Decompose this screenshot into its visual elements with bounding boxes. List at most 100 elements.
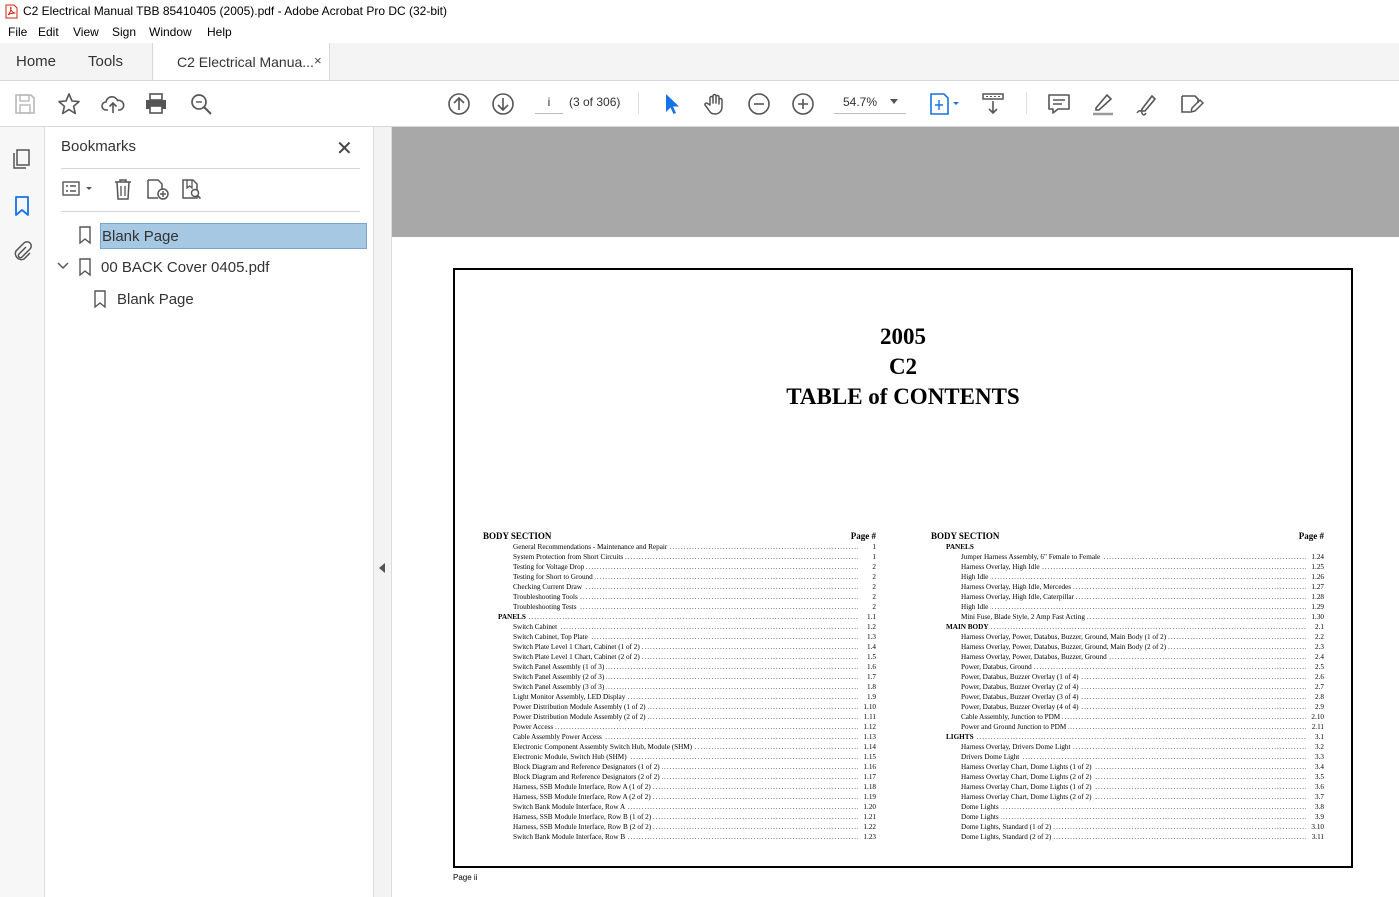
toc-entry-page: 3.9 xyxy=(1313,812,1324,822)
toc-entry-page: 2.10 xyxy=(1309,712,1324,722)
bookmark-item-back-cover[interactable]: 00 BACK Cover 0405.pdf xyxy=(100,255,360,281)
toc-entry: ........................................… xyxy=(483,682,876,692)
tab-home[interactable]: Home xyxy=(16,53,56,70)
toc-entry-page: 2 xyxy=(870,582,876,592)
toc-entry-title: Switch Cabinet xyxy=(513,622,560,632)
toc-entry-page: 1.12 xyxy=(861,722,876,732)
zoom-out-button[interactable] xyxy=(746,91,772,117)
toc-leader-dots: ........................................… xyxy=(946,733,1306,741)
toc-entry-page: 1.11 xyxy=(861,712,876,722)
toc-entry-page: 3.1 xyxy=(1313,732,1324,742)
toc-entry-page: 1.27 xyxy=(1309,582,1324,592)
bookmark-item-blank-page-selected[interactable]: Blank Page xyxy=(100,223,367,249)
toc-entry-title: Dome Lights xyxy=(961,802,1001,812)
fill-sign-button[interactable] xyxy=(1178,91,1205,117)
menu-bar: File Edit View Sign Window Help xyxy=(0,23,1399,43)
toc-entry-page: 1.22 xyxy=(861,822,876,832)
scrolling-mode-button[interactable] xyxy=(980,91,1006,117)
tab-close-icon[interactable]: × xyxy=(314,53,322,68)
toc-entry: ........................................… xyxy=(931,642,1324,652)
page-thumbnails-icon[interactable] xyxy=(10,147,34,171)
zoom-in-button[interactable] xyxy=(790,91,816,117)
printer-icon xyxy=(146,93,166,114)
toc-entry: ........................................… xyxy=(931,592,1324,602)
highlight-button[interactable] xyxy=(1090,91,1116,117)
options-menu-icon[interactable] xyxy=(61,177,97,201)
toc-entry-title: PANELS xyxy=(946,542,976,552)
toc-entry: ........................................… xyxy=(931,742,1324,752)
panel-close-icon[interactable]: ✕ xyxy=(336,136,353,161)
tab-document-label: C2 Electrical Manua... xyxy=(177,54,314,70)
toc-leader-dots: ........................................… xyxy=(946,623,1306,631)
toc-entry: ........................................… xyxy=(483,562,876,572)
toc-entry: ........................................… xyxy=(931,652,1324,662)
plus-circle-icon xyxy=(792,93,814,115)
bookmarks-panel-icon[interactable] xyxy=(10,194,34,218)
save-button[interactable] xyxy=(12,91,38,117)
toc-entry-title: Switch Panel Assembly (1 of 3) xyxy=(513,662,607,672)
toc-entry: ........................................… xyxy=(931,722,1324,732)
menu-window[interactable]: Window xyxy=(149,25,192,39)
chevron-down-icon[interactable] xyxy=(57,261,69,271)
attachment-paperclip-icon[interactable] xyxy=(10,240,34,264)
collapse-panel-arrow-icon[interactable] xyxy=(379,563,385,573)
tab-tools[interactable]: Tools xyxy=(88,53,123,70)
toc-entry-page: 2 xyxy=(870,592,876,602)
menu-edit[interactable]: Edit xyxy=(38,25,59,39)
document-viewer[interactable]: 2005 C2 TABLE of CONTENTS BODY SECTION P… xyxy=(392,127,1399,897)
page-heading-title: TABLE of CONTENTS xyxy=(786,384,1020,409)
toc-entry-title: PANELS xyxy=(498,612,528,622)
toc-entry: ........................................… xyxy=(931,682,1324,692)
zoom-level-select[interactable]: 54.7% xyxy=(834,91,906,114)
toc-entry-page: 1.25 xyxy=(1309,562,1324,572)
toc-entry-title: Harness Overlay, High Idle, Mercedes xyxy=(961,582,1074,592)
bookmark-item-blank-page[interactable]: Blank Page xyxy=(116,287,356,313)
toc-entry: PANELS xyxy=(931,542,1324,552)
comment-button[interactable] xyxy=(1046,91,1072,117)
bookmark-star-button[interactable] xyxy=(56,91,82,117)
toc-entry-title: Switch Cabinet, Top Plate xyxy=(513,632,590,642)
toc-entry: ........................................… xyxy=(931,672,1324,682)
toc-entry-title: Power, Databus, Ground xyxy=(961,662,1034,672)
tab-bar: Home Tools C2 Electrical Manua... × xyxy=(0,43,1399,81)
menu-sign[interactable]: Sign xyxy=(112,25,136,39)
toc-entry-page: 1.19 xyxy=(861,792,876,802)
find-bookmark-icon[interactable] xyxy=(180,177,204,201)
toc-entry-page: 1.17 xyxy=(861,772,876,782)
toc-leader-dots: ........................................… xyxy=(961,603,1306,611)
toc-entry-title: Switch Panel Assembly (2 of 3) xyxy=(513,672,607,682)
draw-button[interactable] xyxy=(1134,91,1160,117)
toc-entry-title: Switch Plate Level 1 Chart, Cabinet (2 o… xyxy=(513,652,642,662)
toc-entry: ........................................… xyxy=(483,712,876,722)
tab-document[interactable]: C2 Electrical Manua... × xyxy=(152,43,330,80)
delete-bookmark-icon[interactable] xyxy=(111,177,135,201)
toc-entry: ........................................… xyxy=(483,622,876,632)
print-button[interactable] xyxy=(143,91,169,117)
toc-entry-page: 1.21 xyxy=(861,812,876,822)
find-button[interactable] xyxy=(188,91,214,117)
menu-help[interactable]: Help xyxy=(207,25,232,39)
page-number-input[interactable]: i xyxy=(535,91,563,114)
toc-section-header: BODY SECTION xyxy=(483,531,552,541)
toc-entry-title: Testing for Short to Ground xyxy=(513,572,595,582)
toc-leader-dots: ........................................… xyxy=(498,613,858,621)
menu-file[interactable]: File xyxy=(8,25,27,39)
fit-page-button[interactable] xyxy=(928,91,962,117)
toc-entry-title: Harness, SSB Module Interface, Row A (2 … xyxy=(513,792,653,802)
toc-entry-page: 2.4 xyxy=(1313,652,1324,662)
previous-page-button[interactable] xyxy=(446,91,472,117)
toc-entry: ........................................… xyxy=(931,692,1324,702)
toc-entry-title: Harness Overlay, Power, Databus, Buzzer,… xyxy=(961,652,1109,662)
toc-entry: ........................................… xyxy=(483,592,876,602)
hand-tool-button[interactable] xyxy=(702,91,728,117)
toc-entry-title: Electronic Module, Switch Hub (SHM) xyxy=(513,752,629,762)
toc-left-column: BODY SECTION Page # ....................… xyxy=(483,531,876,842)
toc-entry-title: Power, Databus, Buzzer Overlay (2 of 4) xyxy=(961,682,1081,692)
new-bookmark-icon[interactable] xyxy=(145,177,171,201)
next-page-button[interactable] xyxy=(490,91,516,117)
menu-view[interactable]: View xyxy=(73,25,99,39)
select-tool-button[interactable] xyxy=(658,91,684,117)
panel-splitter[interactable] xyxy=(374,127,392,897)
toc-entry: ........................................… xyxy=(931,572,1324,582)
upload-button[interactable] xyxy=(100,91,126,117)
